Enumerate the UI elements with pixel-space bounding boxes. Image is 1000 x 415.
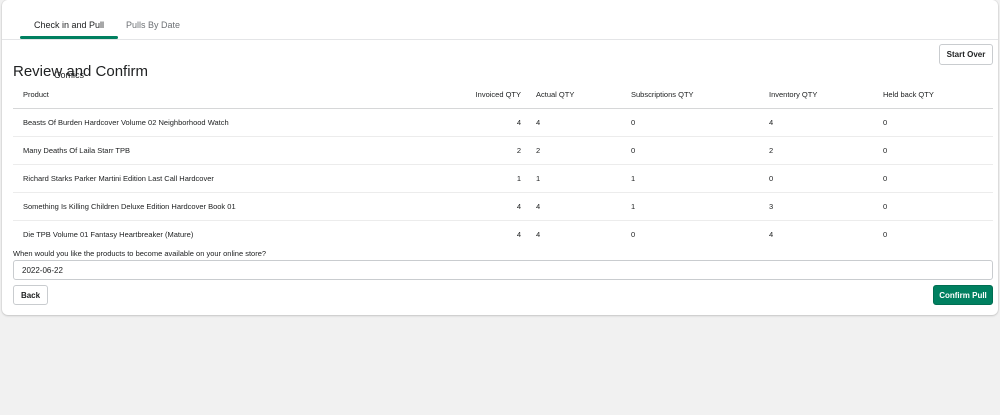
held-back-qty: 0 [883,229,888,239]
product-name: Something Is Killing Children Deluxe Edi… [13,192,461,221]
product-name: Die TPB Volume 01 Fantasy Heartbreaker (… [23,229,194,239]
subscriptions-qty: 0 [621,136,759,165]
availability-date-input[interactable] [13,260,993,280]
inventory-qty: 4 [769,229,774,239]
table-row: Richard Starks Parker Martini Edition La… [13,164,993,193]
table-row: Many Deaths Of Laila Starr TPB 2 2 0 2 0 [13,136,993,165]
products-table: Product Invoiced QTY Actual QTY Subscrip… [13,82,993,248]
subscriptions-qty: 1 [621,164,759,193]
table-row: Beasts Of Burden Hardcover Volume 02 Nei… [13,108,993,137]
held-back-qty: 0 [873,108,993,137]
actual-qty: 4 [526,108,621,137]
product-name: Richard Starks Parker Martini Edition La… [13,164,461,193]
tab-check-in-pull[interactable]: Check in and Pull Comics [20,0,118,80]
column-header-inventory-qty: Inventory QTY [759,82,873,109]
inventory-qty: 4 [759,108,873,137]
main-card: Check in and Pull Comics Pulls By Date S… [2,0,998,315]
table-header-row: Product Invoiced QTY Actual QTY Subscrip… [13,82,993,109]
column-header-actual-qty: Actual QTY [526,82,621,109]
table-row: Die TPB Volume 01 Fantasy Heartbreaker (… [13,220,993,248]
held-back-qty: 0 [873,136,993,165]
column-header-subscriptions-qty: Subscriptions QTY [621,82,759,109]
inventory-qty: 0 [759,164,873,193]
confirm-pull-button[interactable]: Confirm Pull [933,285,993,305]
held-back-qty: 0 [873,164,993,193]
inventory-qty: 3 [759,192,873,221]
invoiced-qty: 4 [461,108,526,137]
invoiced-qty: 4 [461,192,526,221]
product-name: Many Deaths Of Laila Starr TPB [13,136,461,165]
column-header-invoiced-qty: Invoiced QTY [461,82,526,109]
start-over-button[interactable]: Start Over [939,44,993,65]
inventory-qty: 2 [759,136,873,165]
column-header-product: Product [13,82,461,109]
actual-qty: 4 [526,192,621,221]
invoiced-qty: 1 [461,164,526,193]
tab-pulls-by-date[interactable]: Pulls By Date [121,0,185,39]
tab-bar: Check in and Pull Comics Pulls By Date [2,0,998,80]
availability-date-label: When would you like the products to beco… [13,249,267,258]
active-tab-indicator [20,36,118,39]
back-button[interactable]: Back [13,285,48,305]
invoiced-qty: 2 [461,136,526,165]
page-title: Review and Confirm [13,63,149,80]
invoiced-qty: 4 [516,229,521,239]
actual-qty: 4 [536,229,541,239]
product-name: Beasts Of Burden Hardcover Volume 02 Nei… [13,108,461,137]
held-back-qty: 0 [873,192,993,221]
table-row: Something Is Killing Children Deluxe Edi… [13,192,993,221]
subscriptions-qty: 1 [621,192,759,221]
column-header-held-back-qty: Held back QTY [873,82,993,109]
subscriptions-qty: 0 [621,108,759,137]
actual-qty: 2 [526,136,621,165]
subscriptions-qty: 0 [631,229,636,239]
actual-qty: 1 [526,164,621,193]
